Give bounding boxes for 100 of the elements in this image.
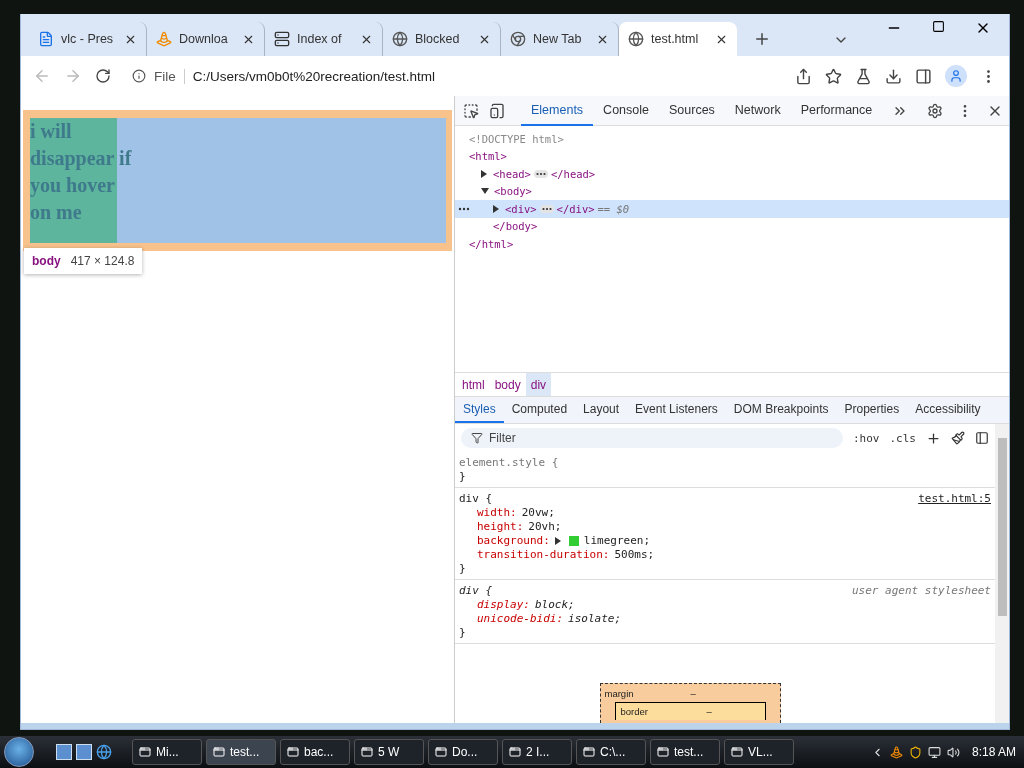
cone-icon[interactable] [889,745,903,759]
breadcrumb[interactable]: html [457,373,490,396]
breadcrumb[interactable]: div [525,373,552,396]
window-icon [139,746,151,758]
hov-button[interactable]: :hov [853,431,880,445]
tooltip-size: 417 × 124.8 [70,254,135,268]
breadcrumb[interactable]: body [489,373,526,396]
pane-tab[interactable]: Properties [836,397,908,423]
info-icon[interactable] [132,69,146,83]
collapsed-triangle-icon[interactable] [481,169,487,178]
expanded-triangle-icon[interactable] [481,188,489,195]
open-tag: <div> [505,202,537,215]
property-value: 500ms; [614,548,655,562]
devtools-tab[interactable]: Performance [790,95,883,126]
profile-avatar[interactable] [945,65,967,87]
server-icon [274,31,290,47]
taskbar-item[interactable]: Do... [428,739,498,765]
rule-selector: div { [459,492,493,506]
property-value: block; [535,598,575,612]
pane-tab[interactable]: Computed [503,397,576,423]
network-icon[interactable] [927,745,941,759]
paintbrush-icon[interactable] [951,431,965,445]
property-name: background: [477,534,550,548]
open-tag: <body> [494,185,532,198]
doctype-text: <!DOCTYPE html> [469,132,564,145]
window-icon [509,746,521,758]
filter-icon [471,432,483,444]
closing-brace: } [459,626,467,640]
property-value: limegreen; [583,534,651,548]
scroll-thumb[interactable] [997,438,1007,616]
dom-node-row[interactable]: <head> </head> [455,165,1009,183]
close-tag: </head> [550,167,596,180]
rule-selector: element.style { [459,456,559,470]
open-tag: <html> [469,150,507,163]
property-value: 20vw; [521,506,555,520]
selected-reference: == $0 [597,202,630,215]
document-icon [38,31,54,47]
window-icon [583,746,595,758]
close-tag: </div> [556,202,595,215]
filter-field[interactable]: Filter [461,428,843,448]
rule-source: user agent stylesheet [851,584,991,598]
side-panel-icon[interactable] [915,67,932,85]
property-value: isolate; [568,612,622,626]
star-icon[interactable] [825,67,842,85]
download-icon[interactable] [885,67,902,85]
settings-icon[interactable] [927,102,943,119]
add-rule-icon[interactable] [926,430,941,446]
box-value: – [706,706,712,717]
start-button[interactable] [4,737,34,767]
closing-brace: } [459,562,467,576]
sidebar-toggle-icon[interactable] [975,431,989,445]
taskbar-item[interactable]: 2 I... [502,739,572,765]
globe-icon[interactable] [96,744,112,760]
device-toolbar-icon[interactable] [489,102,505,119]
devtools-tab[interactable]: Network [724,95,791,126]
property-name: height: [477,520,524,534]
more-icon[interactable] [458,206,470,211]
taskbar-item[interactable]: Mi... [132,739,202,765]
inspect-icon[interactable] [463,102,479,119]
taskbar-item[interactable]: test... [206,739,276,765]
box-label: border [620,706,649,717]
dom-node-row[interactable]: <div> </div> == $0 [455,200,1009,218]
ellipsis-icon[interactable] [533,169,548,178]
taskbar-item[interactable]: test... [650,739,720,765]
closing-brace: } [459,470,467,484]
shield-icon[interactable] [908,745,922,759]
pane-tab[interactable]: DOM Breakpoints [725,397,837,423]
flask-icon[interactable] [855,67,872,85]
clock: 8:18 AM [971,745,1016,759]
cls-button[interactable]: .cls [889,431,916,445]
taskbar-item[interactable]: bac... [280,739,350,765]
browser-tab[interactable]: test.html [619,22,737,56]
taskbar-item[interactable]: VL... [724,739,794,765]
taskbar-item[interactable]: C:\... [576,739,646,765]
expand-triangle-icon[interactable] [554,537,561,545]
ellipsis-icon[interactable] [539,204,554,213]
pane-tab[interactable]: Layout [575,397,628,423]
close-tag: </html> [469,237,514,250]
color-swatch[interactable] [568,536,579,546]
window-switch-icon[interactable] [76,744,92,760]
new-tab-icon[interactable] [753,30,771,48]
globe-icon [628,31,644,47]
box-value: – [690,688,696,699]
collapsed-triangle-icon[interactable] [493,204,499,213]
devtools-tab[interactable]: Console [593,95,659,126]
taskbar-item[interactable]: 5 W [354,739,424,765]
volume-icon[interactable] [946,745,960,759]
share-icon[interactable] [795,67,812,85]
open-tag: <head> [493,167,531,180]
pane-tab[interactable]: Event Listeners [627,397,726,423]
scrollbar[interactable] [995,424,1009,723]
source-link[interactable]: test.html:5 [918,492,991,506]
devtools-tab[interactable]: Elements [521,95,594,126]
reload-icon[interactable] [95,68,111,84]
devtools-tab[interactable]: Sources [659,95,725,126]
pane-tab[interactable]: Styles [455,397,504,423]
pane-tab[interactable]: Accessibility [907,397,989,423]
property-name: unicode-bidi: [477,612,564,626]
browser-logo-icon [510,31,526,47]
maximize-icon[interactable] [932,20,945,33]
